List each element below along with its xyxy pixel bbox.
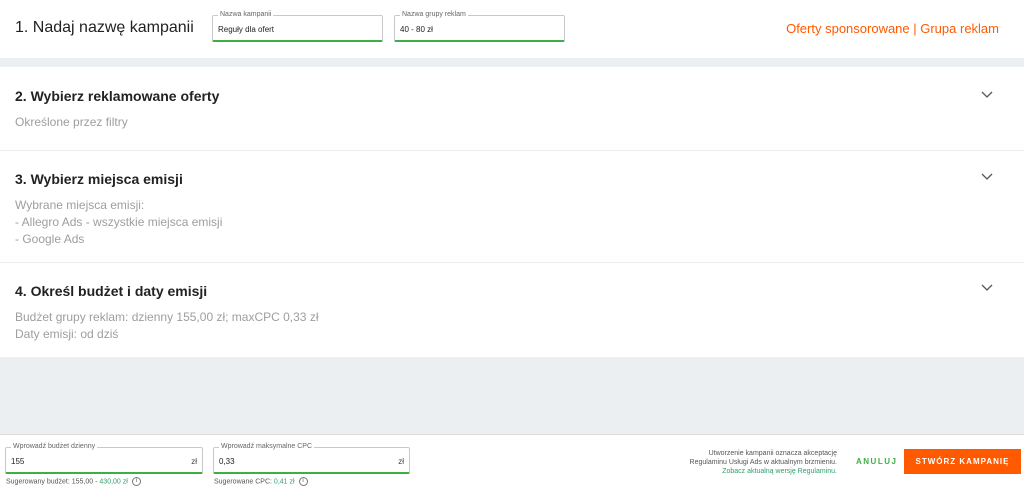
info-icon[interactable]: i	[131, 477, 141, 486]
step1-title: 1. Nadaj nazwę kampanii	[15, 19, 194, 36]
suggested-cpc-value: 0,41 zł	[273, 478, 295, 486]
section-budget-title: 4. Określ budżet i daty emisji	[15, 283, 208, 299]
terms-notice: Utworzenie kampanii oznacza akceptację R…	[690, 449, 837, 476]
section-budget-line: Daty emisji: od dziś	[15, 327, 119, 341]
section-placements-line: - Allegro Ads - wszystkie miejsca emisji	[15, 215, 223, 229]
steps-card: 2. Wybierz reklamowane oferty Określone …	[0, 67, 1024, 357]
terms-line: Utworzenie kampanii oznacza akceptację	[708, 450, 837, 457]
campaign-name-value[interactable]: Reguły dla ofert	[218, 25, 274, 34]
section-offers-title: 2. Wybierz reklamowane oferty	[15, 88, 220, 104]
group-name-field[interactable]: Nazwa grupy reklam 40 - 80 zł	[394, 9, 565, 42]
section-budget-line: Budżet grupy reklam: dzienny 155,00 zł; …	[15, 310, 319, 324]
group-name-legend: Nazwa grupy reklam	[400, 9, 468, 21]
section-budget-desc: Budżet grupy reklam: dzienny 155,00 zł; …	[15, 309, 318, 343]
daily-budget-unit: zł	[191, 457, 197, 466]
campaign-name-legend: Nazwa kampanii	[218, 9, 274, 21]
chevron-down-icon[interactable]	[980, 282, 994, 292]
max-cpc-legend: Wprowadź maksymalne CPC	[219, 441, 315, 453]
suggested-cpc-hint: Sugerowane CPC: 0,41 zł i	[214, 477, 308, 486]
daily-budget-input[interactable]: Wprowadź budżet dzienny 155 zł	[5, 441, 203, 474]
chevron-down-icon[interactable]	[980, 171, 994, 181]
info-icon[interactable]: i	[298, 477, 308, 486]
budget-footer: Wprowadź budżet dzienny 155 zł Sugerowan…	[0, 434, 1024, 492]
max-cpc-unit: zł	[398, 457, 404, 466]
section-offers-line: Określone przez filtry	[15, 115, 128, 129]
section-placements-desc: Wybrane miejsca emisji: - Allegro Ads - …	[15, 197, 222, 248]
create-campaign-button[interactable]: STWÓRZ KAMPANIĘ	[904, 449, 1021, 474]
section-offers-desc: Określone przez filtry	[15, 114, 128, 131]
suggested-budget-max: 430,00 zł	[99, 478, 128, 486]
campaign-name-field[interactable]: Nazwa kampanii Reguły dla ofert	[212, 9, 383, 42]
cancel-button[interactable]: ANULUJ	[856, 457, 897, 466]
terms-link[interactable]: Zobacz aktualną wersję Regulaminu.	[690, 467, 837, 476]
section-placements-title: 3. Wybierz miejsca emisji	[15, 171, 183, 187]
suggested-cpc-label: Sugerowane CPC:	[214, 478, 274, 486]
terms-line: Regulaminu Usługi Ads w aktualnym brzmie…	[689, 459, 837, 466]
max-cpc-input[interactable]: Wprowadź maksymalne CPC 0,33 zł	[213, 441, 410, 474]
daily-budget-legend: Wprowadź budżet dzienny	[11, 441, 98, 453]
section-placements-line: - Google Ads	[15, 232, 85, 246]
section-placements[interactable]: 3. Wybierz miejsca emisji Wybrane miejsc…	[0, 151, 1024, 263]
section-offers[interactable]: 2. Wybierz reklamowane oferty Określone …	[0, 67, 1024, 151]
suggested-budget-hint: Sugerowany budżet: 155,00 - 430,00 zł i	[6, 477, 141, 486]
chevron-down-icon[interactable]	[980, 89, 994, 99]
section-placements-line: Wybrane miejsca emisji:	[15, 198, 145, 212]
section-budget[interactable]: 4. Określ budżet i daty emisji Budżet gr…	[0, 263, 1024, 357]
max-cpc-value[interactable]: 0,33	[219, 457, 235, 466]
suggested-budget-label: Sugerowany budżet: 155,00 -	[6, 478, 100, 486]
campaign-header: 1. Nadaj nazwę kampanii Nazwa kampanii R…	[0, 0, 1024, 58]
daily-budget-value[interactable]: 155	[11, 457, 24, 466]
sponsored-offers-group-link: Oferty sponsorowane | Grupa reklam	[786, 21, 999, 36]
group-name-value[interactable]: 40 - 80 zł	[400, 25, 433, 34]
